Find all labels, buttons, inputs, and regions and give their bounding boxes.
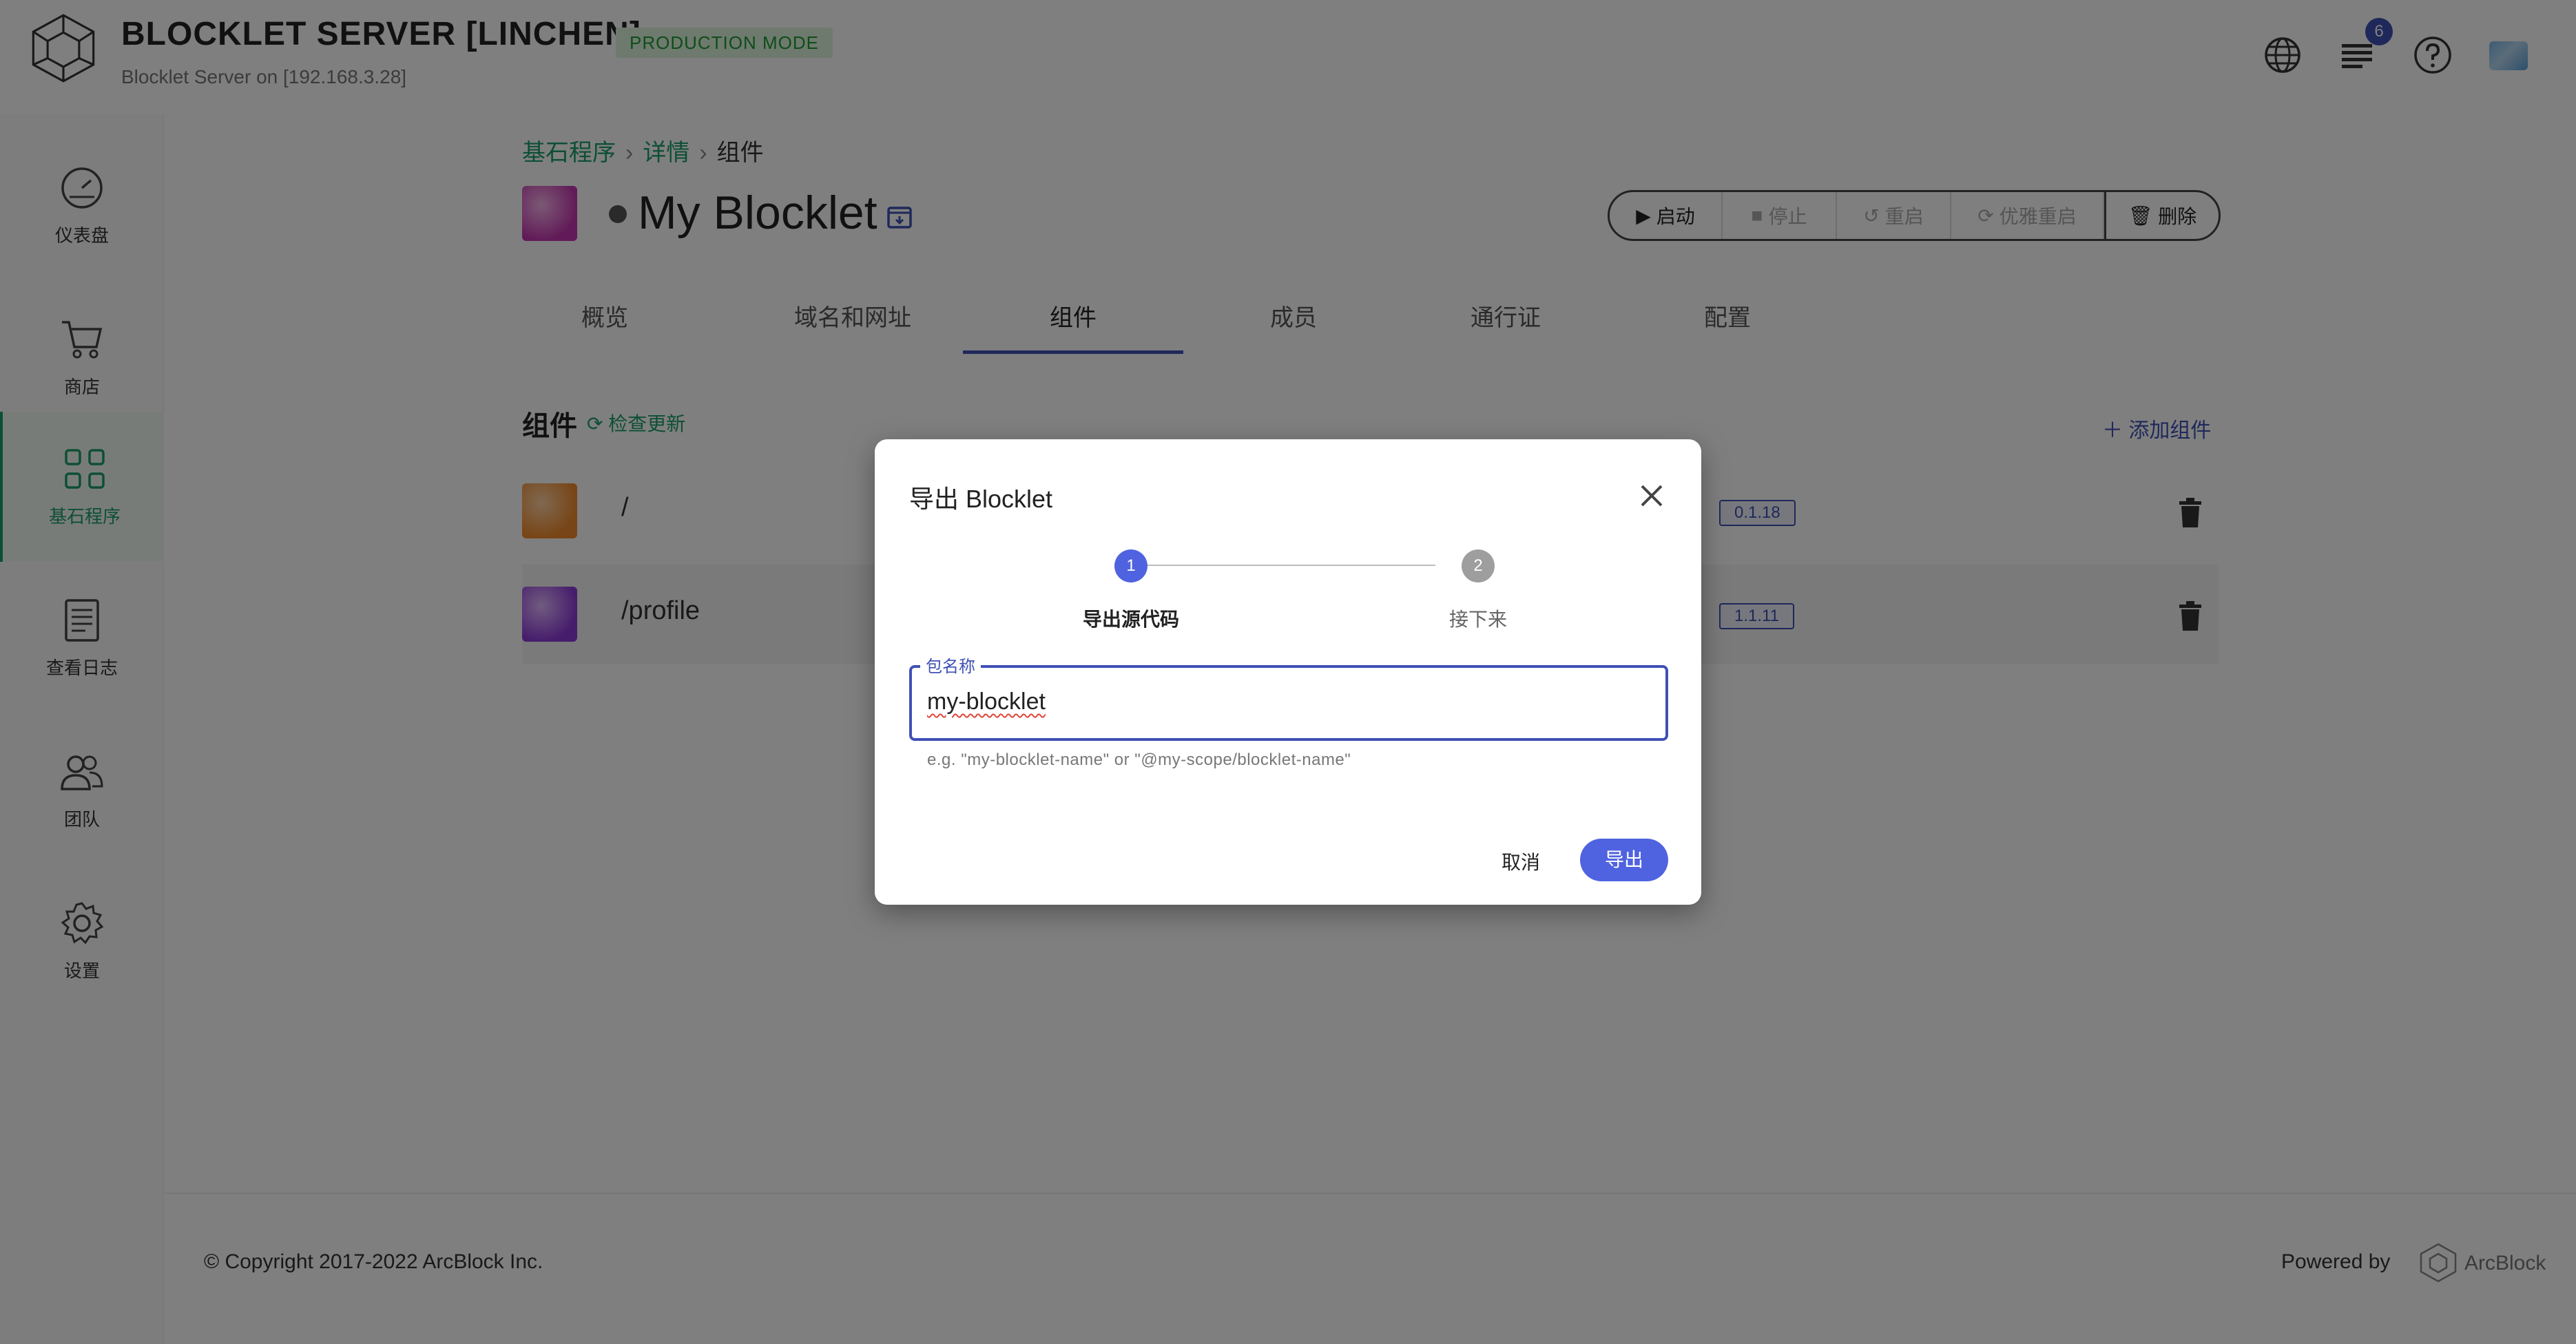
step-2-label: 接下来: [1448, 609, 1507, 630]
export-button[interactable]: 导出: [1580, 839, 1668, 881]
package-name-helper: e.g. "my-blocklet-name" or "@my-scope/bl…: [927, 750, 1351, 769]
package-name-value[interactable]: my-blocklet: [927, 689, 1046, 715]
close-icon[interactable]: [1637, 481, 1667, 511]
dialog-title: 导出 Blocklet: [909, 485, 1053, 513]
export-blocklet-dialog: 导出 Blocklet 1 导出源代码 2 接下来 包名称 my-blockle…: [875, 439, 1701, 905]
step-1-label: 导出源代码: [1082, 609, 1179, 630]
step-1-indicator: 1: [1114, 549, 1147, 582]
package-name-label: 包名称: [920, 653, 981, 677]
cancel-button[interactable]: 取消: [1495, 847, 1547, 879]
stepper-connector: [1143, 565, 1435, 566]
step-2-indicator: 2: [1462, 549, 1495, 582]
